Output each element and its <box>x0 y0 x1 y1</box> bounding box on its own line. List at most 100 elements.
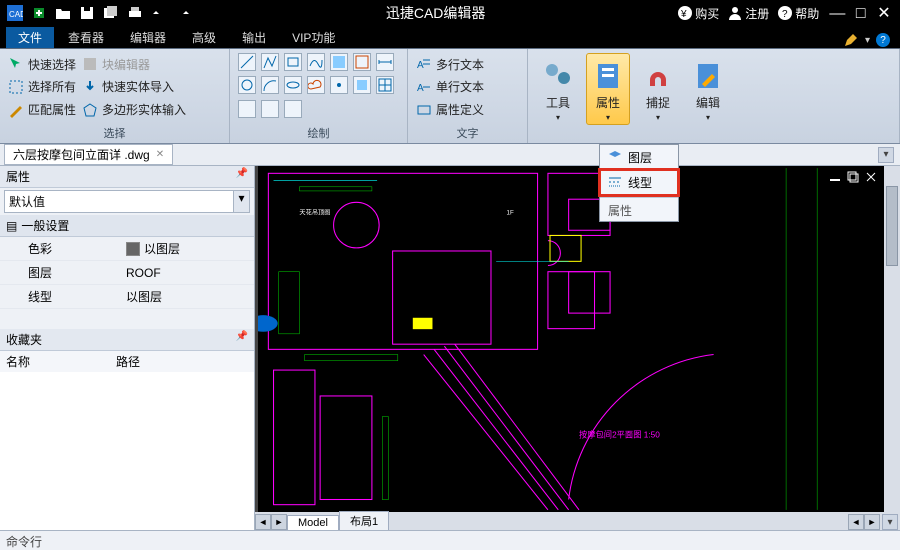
command-line[interactable]: 命令行 <box>0 530 900 550</box>
block-icon[interactable] <box>353 76 371 94</box>
menu-item-linetype[interactable]: 线型 <box>600 170 678 195</box>
draw-tools-grid <box>238 53 399 96</box>
document-tab[interactable]: 六层按摩包间立面详 .dwg ✕ <box>4 144 173 165</box>
app-title: 迅捷CAD编辑器 <box>194 3 677 23</box>
tab-advanced[interactable]: 高级 <box>180 27 228 48</box>
tab-vip[interactable]: VIP功能 <box>280 27 347 48</box>
save-icon[interactable] <box>76 2 98 24</box>
close-tab-icon[interactable]: ✕ <box>156 149 164 160</box>
svg-text:A: A <box>417 60 424 71</box>
props-section-general[interactable]: ▤ 一般设置 <box>0 215 254 237</box>
import-icon <box>82 79 98 95</box>
circle-icon[interactable] <box>238 76 256 94</box>
tab-file[interactable]: 文件 <box>6 27 54 48</box>
tab-editor[interactable]: 编辑器 <box>118 27 178 48</box>
ellipse-icon[interactable] <box>284 76 302 94</box>
line-icon[interactable] <box>238 53 256 71</box>
pin-icon[interactable]: 📌 <box>236 331 248 348</box>
group-label-text: 文字 <box>408 125 527 143</box>
polyline-icon[interactable] <box>261 53 279 71</box>
3dface-icon[interactable] <box>238 100 256 118</box>
insert-icon[interactable] <box>261 100 279 118</box>
quick-select-icon <box>8 56 24 72</box>
open-icon[interactable] <box>52 2 74 24</box>
scroll-h-left-button[interactable]: ◄ <box>848 514 864 530</box>
close-view-icon[interactable] <box>864 170 878 184</box>
group-label-select: 选择 <box>0 125 229 143</box>
select-all-button[interactable]: 选择所有 <box>8 78 76 95</box>
favorites-columns: 名称 路径 <box>0 351 254 372</box>
spline-icon[interactable] <box>307 53 325 71</box>
polygon-input-button[interactable]: 多边形实体输入 <box>82 101 186 118</box>
menu-item-layer[interactable]: 图层 <box>600 145 678 170</box>
minimize-button[interactable]: — <box>827 5 847 23</box>
mtext-button[interactable]: A多行文本 <box>416 56 484 73</box>
props-button[interactable]: 属性▾ <box>586 53 630 125</box>
ribbon-tabs: 文件 查看器 编辑器 高级 输出 VIP功能 ▾ ? <box>0 26 900 48</box>
block-editor-button: 块编辑器 <box>82 56 186 73</box>
cloud-icon[interactable] <box>307 76 325 94</box>
quick-select-button[interactable]: 快速选择 <box>8 56 76 73</box>
scroll-right-button[interactable]: ► <box>271 514 287 530</box>
drawing-canvas[interactable]: 按摩包间2平面图 1:50 天花吊顶图 1F <box>255 166 900 512</box>
saveall-icon[interactable] <box>100 2 122 24</box>
help-link[interactable]: ?帮助 <box>777 5 819 22</box>
props-icon <box>592 60 624 92</box>
region-icon[interactable] <box>353 53 371 71</box>
prop-row-color[interactable]: 色彩 以图层 <box>0 237 254 261</box>
attdef-button[interactable]: 属性定义 <box>416 101 484 118</box>
props-filter-dropdown[interactable]: 默认值 ▾ <box>4 190 250 213</box>
undo-icon[interactable] <box>148 2 170 24</box>
document-tab-strip: 六层按摩包间立面详 .dwg ✕ ▾ <box>0 144 900 166</box>
minimize-view-icon[interactable] <box>828 170 842 184</box>
quick-entity-import-button[interactable]: 快速实体导入 <box>82 78 186 95</box>
leader-icon[interactable] <box>284 100 302 118</box>
scroll-h-right-button[interactable]: ► <box>864 514 880 530</box>
hatch-icon[interactable] <box>330 53 348 71</box>
layout-tab-strip: ◄ ► Model 布局1 ◄ ► ▾ <box>255 512 900 530</box>
layer-icon <box>608 149 622 166</box>
props-dropdown-menu: 图层 线型 属性 <box>599 144 679 222</box>
svg-text:¥: ¥ <box>680 9 687 20</box>
layout-tab-model[interactable]: Model <box>287 515 339 530</box>
table-icon[interactable] <box>376 76 394 94</box>
maximize-button[interactable]: □ <box>851 5 871 23</box>
restore-view-icon[interactable] <box>846 170 860 184</box>
dim-icon[interactable] <box>376 53 394 71</box>
layout-options-button[interactable]: ▾ <box>882 514 898 530</box>
match-props-button[interactable]: 匹配属性 <box>8 101 76 118</box>
redo-icon[interactable] <box>172 2 194 24</box>
snap-button[interactable]: 捕捉▾ <box>636 53 680 125</box>
prop-row-layer[interactable]: 图层 ROOF <box>0 261 254 285</box>
info-icon[interactable]: ? <box>876 33 890 47</box>
prop-row-linetype[interactable]: 线型 以图层 <box>0 285 254 309</box>
pen-icon[interactable] <box>843 32 859 48</box>
dropdown-arrow-icon[interactable]: ▾ <box>865 35 870 46</box>
register-link[interactable]: 注册 <box>727 5 769 22</box>
collapse-icon: ▤ <box>6 219 17 233</box>
stext-button[interactable]: A单行文本 <box>416 78 484 95</box>
tools-icon <box>542 60 574 92</box>
new-icon[interactable] <box>28 2 50 24</box>
edit-icon <box>692 60 724 92</box>
layout-tab-layout1[interactable]: 布局1 <box>339 511 389 530</box>
attdef-icon <box>416 102 432 118</box>
tools-button[interactable]: 工具▾ <box>536 53 580 125</box>
tab-viewer[interactable]: 查看器 <box>56 27 116 48</box>
pin-icon[interactable]: 📌 <box>236 168 248 185</box>
arc-icon[interactable] <box>261 76 279 94</box>
svg-text:CAD: CAD <box>9 10 23 19</box>
close-button[interactable]: ✕ <box>874 3 894 23</box>
svg-text:天花吊顶图: 天花吊顶图 <box>299 209 330 217</box>
edit-button[interactable]: 编辑▾ <box>686 53 730 125</box>
match-props-icon <box>8 102 24 118</box>
point-icon[interactable] <box>330 76 348 94</box>
panel-options-button[interactable]: ▾ <box>878 147 894 163</box>
rect-icon[interactable] <box>284 53 302 71</box>
tab-output[interactable]: 输出 <box>230 27 278 48</box>
linetype-icon <box>608 174 622 191</box>
scroll-left-button[interactable]: ◄ <box>255 514 271 530</box>
buy-link[interactable]: ¥购买 <box>677 5 719 22</box>
vertical-scrollbar[interactable] <box>884 166 900 512</box>
print-icon[interactable] <box>124 2 146 24</box>
